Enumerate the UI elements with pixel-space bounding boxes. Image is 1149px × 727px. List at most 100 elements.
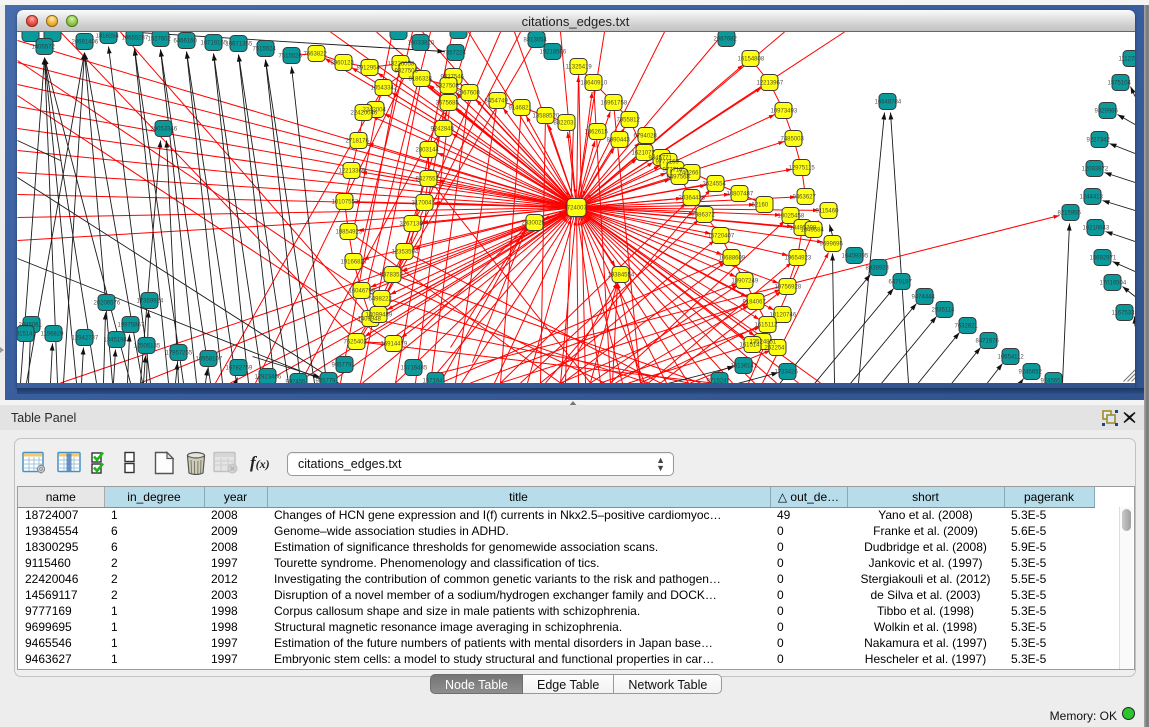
svg-text:2087682: 2087682 [713, 37, 737, 43]
svg-text:18640910: 18640910 [580, 81, 607, 87]
svg-text:8454749: 8454749 [484, 99, 508, 105]
svg-text:29053346: 29053346 [150, 127, 177, 133]
svg-text:7515524: 7515524 [252, 47, 276, 53]
svg-text:10025458: 10025458 [777, 214, 804, 220]
svg-text:9463627: 9463627 [792, 195, 816, 201]
svg-text:8990443: 8990443 [606, 138, 630, 144]
svg-text:15716485: 15716485 [400, 366, 427, 372]
svg-text:1849584: 1849584 [800, 228, 824, 234]
svg-text:16046798: 16046798 [348, 289, 375, 295]
svg-text:2085061: 2085061 [18, 323, 42, 329]
svg-text:8912954: 8912954 [356, 66, 380, 72]
svg-text:12505135: 12505135 [133, 344, 160, 350]
svg-text:965779: 965779 [315, 379, 336, 384]
svg-text:1527602: 1527602 [147, 37, 171, 43]
svg-text:7485003: 7485003 [780, 137, 804, 143]
svg-text:12213967: 12213967 [756, 81, 783, 87]
svg-text:13588520: 13588520 [532, 114, 559, 120]
svg-text:9699695: 9699695 [819, 242, 843, 248]
svg-text:9329966: 9329966 [1094, 109, 1118, 115]
svg-text:2830029: 2830029 [521, 221, 545, 227]
svg-text:8938923: 8938923 [865, 266, 889, 272]
svg-text:10120746: 10120746 [769, 313, 796, 319]
svg-text:157164: 157164 [422, 379, 443, 384]
svg-text:992456: 992456 [285, 380, 306, 384]
svg-text:8471676: 8471676 [975, 339, 999, 345]
svg-text:3624554: 3624554 [702, 182, 726, 188]
svg-text:10210643: 10210643 [1082, 226, 1109, 232]
svg-text:882203: 882203 [553, 121, 574, 127]
svg-text:19384554: 19384554 [607, 273, 634, 279]
svg-text:9242848: 9242848 [430, 127, 454, 133]
svg-text:10958107: 10958107 [195, 357, 222, 363]
svg-text:7663822: 7663822 [303, 52, 327, 58]
svg-text:22420046: 22420046 [350, 111, 377, 117]
svg-text:20364436: 20364436 [678, 196, 705, 202]
svg-text:12213369: 12213369 [338, 169, 365, 175]
svg-text:924565: 924565 [1040, 379, 1061, 384]
svg-text:18907249: 18907249 [731, 279, 758, 285]
svg-text:1615112: 1615112 [754, 323, 778, 329]
svg-text:16961758: 16961758 [600, 101, 627, 107]
svg-text:7357224: 7357224 [442, 51, 466, 57]
svg-text:1345194: 1345194 [103, 338, 127, 344]
svg-text:6466160: 6466160 [173, 39, 197, 45]
svg-text:10719155: 10719155 [200, 41, 227, 47]
svg-text:10655287: 10655287 [121, 36, 148, 42]
svg-text:1167533: 1167533 [1111, 311, 1135, 317]
svg-text:12942737: 12942737 [71, 336, 98, 342]
svg-text:6794028: 6794028 [633, 134, 657, 140]
svg-text:16033810: 16033810 [407, 41, 434, 47]
svg-text:8186328: 8186328 [408, 77, 432, 83]
svg-text:10688609: 10688609 [718, 256, 745, 262]
svg-text:13226058: 13226058 [387, 62, 414, 68]
svg-text:16409395: 16409395 [841, 254, 868, 260]
svg-text:1575104: 1575104 [1107, 81, 1131, 87]
svg-text:9115460: 9115460 [815, 209, 839, 215]
svg-text:8960123: 8960123 [330, 61, 354, 67]
svg-text:391514: 391514 [17, 332, 33, 338]
svg-text:9227342: 9227342 [1086, 138, 1110, 144]
svg-text:9474444: 9474444 [911, 295, 935, 301]
svg-text:12975115: 12975115 [788, 166, 815, 172]
svg-text:6498222: 6498222 [368, 297, 392, 303]
svg-text:15692971: 15692971 [1089, 256, 1116, 262]
svg-text:20691406: 20691406 [71, 40, 98, 46]
svg-text:7625402: 7625402 [343, 340, 367, 346]
svg-text:8427552: 8427552 [415, 177, 439, 183]
svg-text:1405572: 1405572 [31, 45, 55, 51]
svg-text:9657791: 9657791 [331, 363, 355, 369]
svg-text:6497568: 6497568 [666, 175, 690, 181]
svg-text:19756928: 19756928 [774, 285, 801, 291]
svg-text:17016504: 17016504 [1099, 281, 1126, 287]
svg-text:2803144: 2803144 [415, 148, 439, 154]
svg-text:19166827: 19166827 [340, 260, 367, 266]
svg-text:14099489: 14099489 [365, 313, 392, 319]
svg-text:6479197: 6479197 [888, 280, 912, 286]
svg-text:9327508: 9327508 [435, 84, 459, 90]
svg-text:16154808: 16154808 [737, 57, 764, 63]
svg-text:8813054: 8813054 [523, 38, 547, 44]
svg-text:3267130: 3267130 [399, 222, 423, 228]
svg-text:20206576: 20206576 [93, 301, 120, 307]
svg-text:10671355: 10671355 [225, 42, 252, 48]
svg-text:19975867: 19975867 [117, 323, 144, 329]
svg-text:10543342: 10543342 [370, 86, 397, 92]
svg-text:971524: 971524 [706, 379, 727, 384]
svg-text:9245652: 9245652 [1018, 370, 1042, 376]
svg-text:15136141: 15136141 [730, 364, 757, 370]
svg-text:7986372: 7986372 [691, 213, 715, 219]
svg-text:7632621: 7632621 [954, 324, 978, 330]
svg-text:12923466: 12923466 [254, 375, 281, 381]
svg-text:9184067: 9184067 [742, 300, 766, 306]
svg-text:1724007: 1724007 [563, 206, 587, 212]
svg-text:1733426: 1733426 [774, 370, 798, 376]
svg-text:15720407: 15720407 [707, 234, 734, 240]
svg-text:10807487: 10807487 [726, 192, 753, 198]
svg-text:9327546: 9327546 [440, 75, 464, 81]
svg-text:62160: 62160 [751, 203, 768, 209]
svg-text:161514: 161514 [739, 343, 760, 349]
svg-text:16914479: 16914479 [380, 342, 407, 348]
svg-text:5878352: 5878352 [379, 273, 403, 279]
svg-text:11325419: 11325419 [565, 65, 592, 71]
